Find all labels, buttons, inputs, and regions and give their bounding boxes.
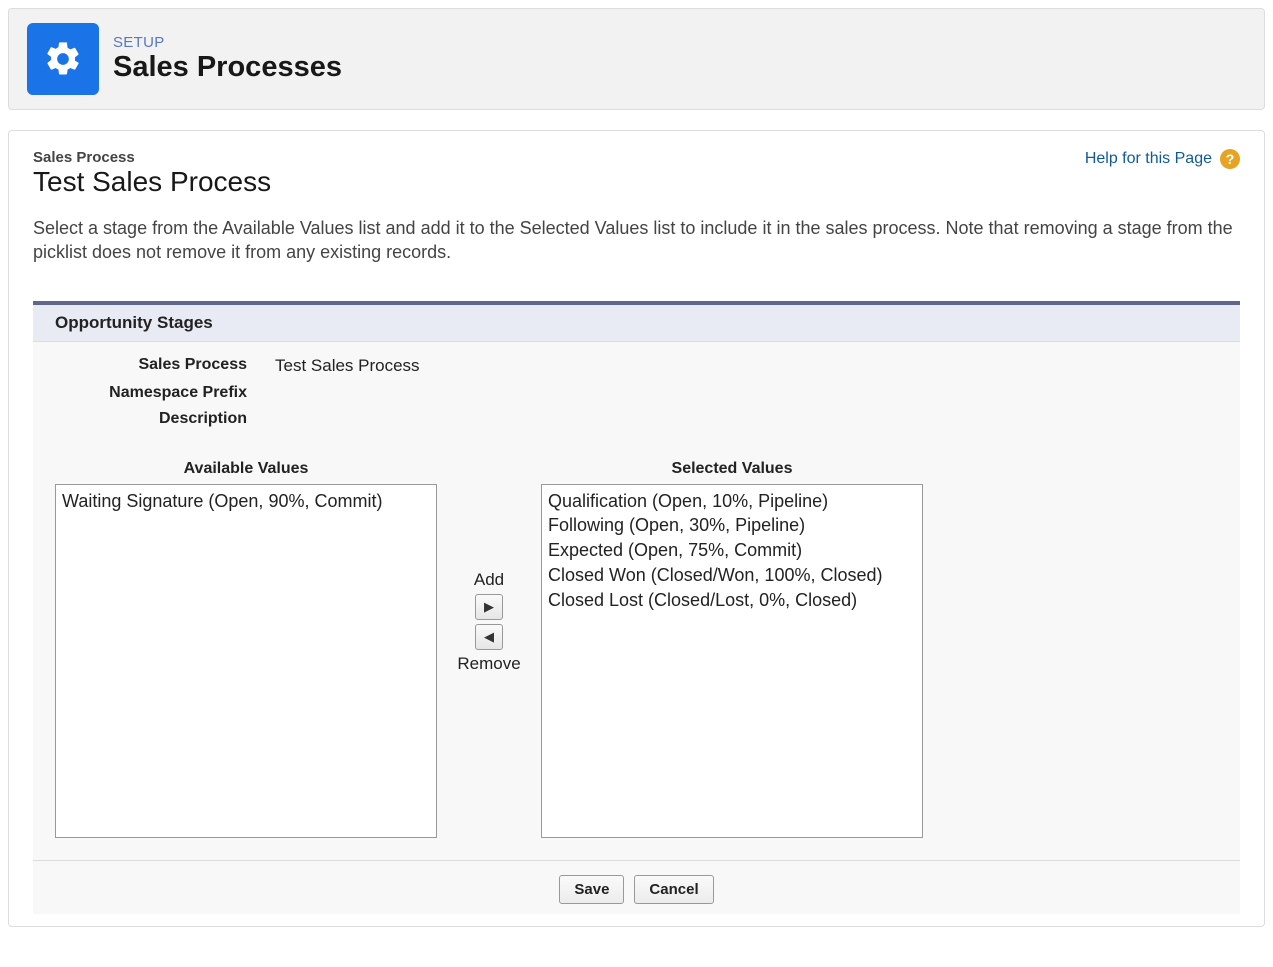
gear-icon [27,23,99,95]
add-button[interactable]: ▶ [475,594,503,620]
page-header: SETUP Sales Processes [8,8,1265,110]
detail-label-sales-process: Sales Process [55,356,275,376]
chevron-right-icon: ▶ [484,599,494,615]
remove-button[interactable]: ◀ [475,624,503,650]
add-label: Add [474,570,504,590]
list-item[interactable]: Closed Won (Closed/Won, 100%, Closed) [548,563,916,588]
record-name: Test Sales Process [33,166,271,198]
help-icon: ? [1220,149,1240,169]
page-title: Sales Processes [113,51,342,84]
footer-actions: Save Cancel [33,861,1240,914]
selected-values-label: Selected Values [672,460,793,478]
record-type-label: Sales Process [33,149,271,166]
list-item[interactable]: Expected (Open, 75%, Commit) [548,538,916,563]
list-item[interactable]: Following (Open, 30%, Pipeline) [548,513,916,538]
page-description: Select a stage from the Available Values… [33,216,1240,265]
detail-label-namespace-prefix: Namespace Prefix [55,384,275,402]
section-title: Opportunity Stages [33,305,1240,342]
help-link-label: Help for this Page [1085,150,1212,168]
chevron-left-icon: ◀ [484,629,494,645]
list-item[interactable]: Qualification (Open, 10%, Pipeline) [548,489,916,514]
add-remove-controls: Add ▶ ◀ Remove [449,460,529,674]
list-item[interactable]: Waiting Signature (Open, 90%, Commit) [62,489,430,514]
dual-listbox: Available Values Waiting Signature (Open… [55,460,1218,838]
list-item[interactable]: Closed Lost (Closed/Lost, 0%, Closed) [548,588,916,613]
opportunity-stages-section: Opportunity Stages Sales Process Test Sa… [33,301,1240,914]
detail-label-description: Description [55,410,275,428]
remove-label: Remove [457,654,520,674]
help-for-this-page-link[interactable]: Help for this Page ? [1085,149,1240,169]
content-card: Sales Process Test Sales Process Help fo… [8,130,1265,927]
detail-value-sales-process: Test Sales Process [275,356,420,376]
cancel-button[interactable]: Cancel [634,875,713,904]
save-button[interactable]: Save [559,875,624,904]
available-values-label: Available Values [184,460,309,478]
available-values-listbox[interactable]: Waiting Signature (Open, 90%, Commit) [55,484,437,838]
header-eyebrow: SETUP [113,34,342,51]
record-heading: Sales Process Test Sales Process [33,149,271,198]
header-titles: SETUP Sales Processes [113,34,342,84]
selected-values-listbox[interactable]: Qualification (Open, 10%, Pipeline)Follo… [541,484,923,838]
detail-table: Sales Process Test Sales Process Namespa… [55,352,1218,432]
